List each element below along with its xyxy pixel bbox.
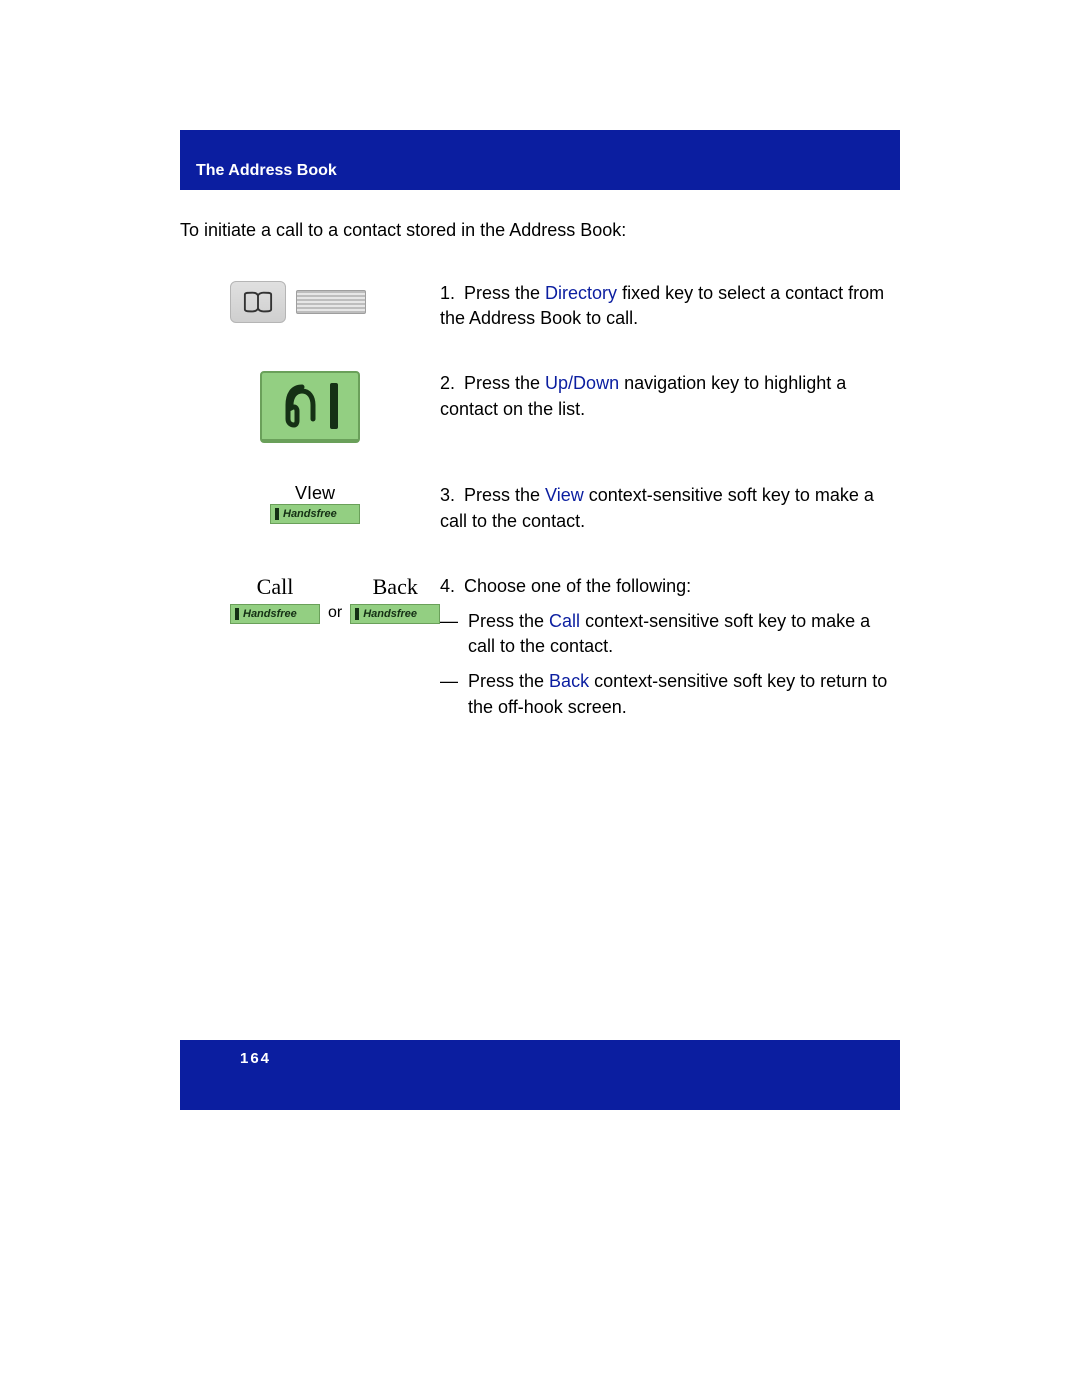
term-directory: Directory xyxy=(545,283,617,303)
view-label: VIew xyxy=(270,483,360,504)
softkey-indicator-icon xyxy=(355,608,359,620)
term-call: Call xyxy=(549,611,580,631)
speaker-grille-icon xyxy=(296,290,366,314)
term-view: View xyxy=(545,485,584,505)
step-number: 4. xyxy=(440,574,464,599)
step-2: 2.Press the Up/Down navigation key to hi… xyxy=(180,371,900,443)
softkey-text: Handsfree xyxy=(243,608,297,620)
softkey-view: Handsfree xyxy=(270,504,360,524)
softkey-text: Handsfree xyxy=(363,608,417,620)
lcd-display-icon xyxy=(260,371,360,443)
intro-text: To initiate a call to a contact stored i… xyxy=(180,220,900,241)
step-number: 3. xyxy=(440,483,464,508)
book-icon xyxy=(243,289,273,315)
dash: — xyxy=(440,609,468,659)
back-label: Back xyxy=(373,574,418,600)
call-label: Call xyxy=(257,574,294,600)
step-text-pre: Press the xyxy=(464,373,545,393)
page-number: 164 xyxy=(240,1050,271,1067)
section-title: The Address Book xyxy=(196,162,337,180)
term-back: Back xyxy=(549,671,589,691)
term-updown: Up/Down xyxy=(545,373,619,393)
page-footer: 164 xyxy=(180,1040,900,1110)
headset-icon xyxy=(282,381,322,431)
softkey-indicator-icon xyxy=(275,508,279,520)
directory-key-icon xyxy=(230,281,286,323)
or-text: or xyxy=(328,604,342,624)
softkey-indicator-icon xyxy=(235,608,239,620)
step-text-pre: Press the xyxy=(464,485,545,505)
sub-pre: Press the xyxy=(468,671,549,691)
step-number: 2. xyxy=(440,371,464,396)
step-text-pre: Press the xyxy=(464,283,545,303)
step-number: 1. xyxy=(440,281,464,306)
step-3: VIew Handsfree 3.Press the View context-… xyxy=(180,483,900,533)
step-4: Call Handsfree or Back Handsfree xyxy=(180,574,900,730)
section-header: The Address Book xyxy=(180,130,900,190)
step-lead: Choose one of the following: xyxy=(464,576,691,596)
softkey-back: Handsfree xyxy=(350,604,440,624)
softkey-text: Handsfree xyxy=(283,508,337,520)
dash: — xyxy=(440,669,468,719)
softkey-call: Handsfree xyxy=(230,604,320,624)
step-1: 1.Press the Directory fixed key to selec… xyxy=(180,281,900,331)
sub-pre: Press the xyxy=(468,611,549,631)
